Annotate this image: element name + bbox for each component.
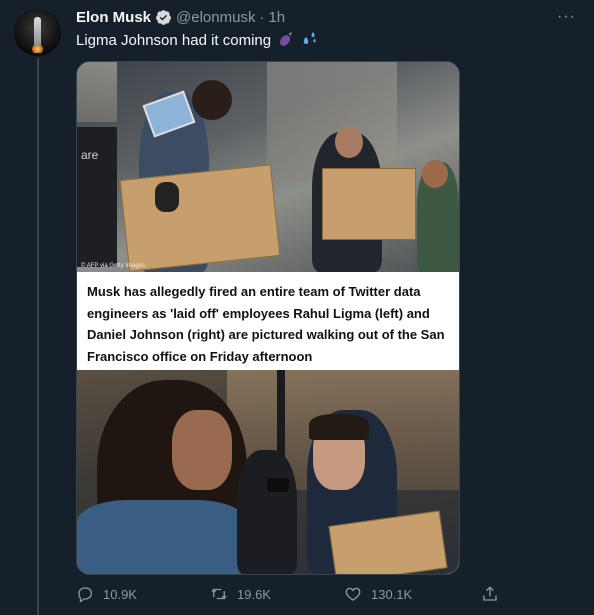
separator-dot: ·	[259, 8, 265, 26]
retweet-button[interactable]: 19.6K	[210, 585, 271, 603]
eggplant-emoji-icon	[280, 32, 293, 46]
reply-count: 10.9K	[103, 586, 137, 602]
share-button[interactable]	[481, 585, 499, 603]
reply-icon	[78, 587, 93, 603]
retweet-count: 19.6K	[237, 586, 271, 602]
share-icon	[483, 586, 497, 601]
like-count: 130.1K	[371, 586, 413, 602]
tweet-media[interactable]: are © AFP via Getty Images Musk has alle…	[76, 61, 460, 575]
tweet-header: Elon Musk @elonmusk · 1h	[76, 7, 285, 27]
sweat-droplets-emoji-icon	[304, 32, 317, 44]
author-handle[interactable]: @elonmusk	[176, 9, 255, 26]
tweet-text: Ligma Johnson had it coming	[76, 31, 318, 49]
photo-top: are © AFP via Getty Images	[77, 62, 459, 272]
author-name[interactable]: Elon Musk	[76, 9, 151, 26]
tweet-time[interactable]: 1h	[268, 9, 285, 26]
like-button[interactable]: 130.1K	[344, 585, 412, 603]
tweet-text-content: Ligma Johnson had it coming	[76, 32, 272, 49]
retweet-icon	[211, 588, 227, 600]
reply-button[interactable]: 10.9K	[76, 585, 137, 603]
tweet-actions: 10.9K 19.6K 130.1K	[76, 585, 516, 605]
verified-badge-icon	[156, 9, 171, 25]
storefront-sign: are	[81, 148, 99, 162]
thread-line	[37, 58, 39, 615]
avatar[interactable]	[14, 9, 61, 56]
media-caption: Musk has allegedly fired an entire team …	[77, 272, 459, 366]
box-right	[322, 168, 416, 240]
photo-bottom	[77, 370, 459, 574]
heart-icon	[345, 587, 361, 601]
box-left	[119, 164, 281, 272]
rocket-flame-graphic	[31, 45, 44, 53]
photo-credit: © AFP via Getty Images	[81, 263, 146, 269]
rocket-graphic	[34, 17, 41, 47]
more-icon[interactable]: ···	[557, 8, 576, 26]
